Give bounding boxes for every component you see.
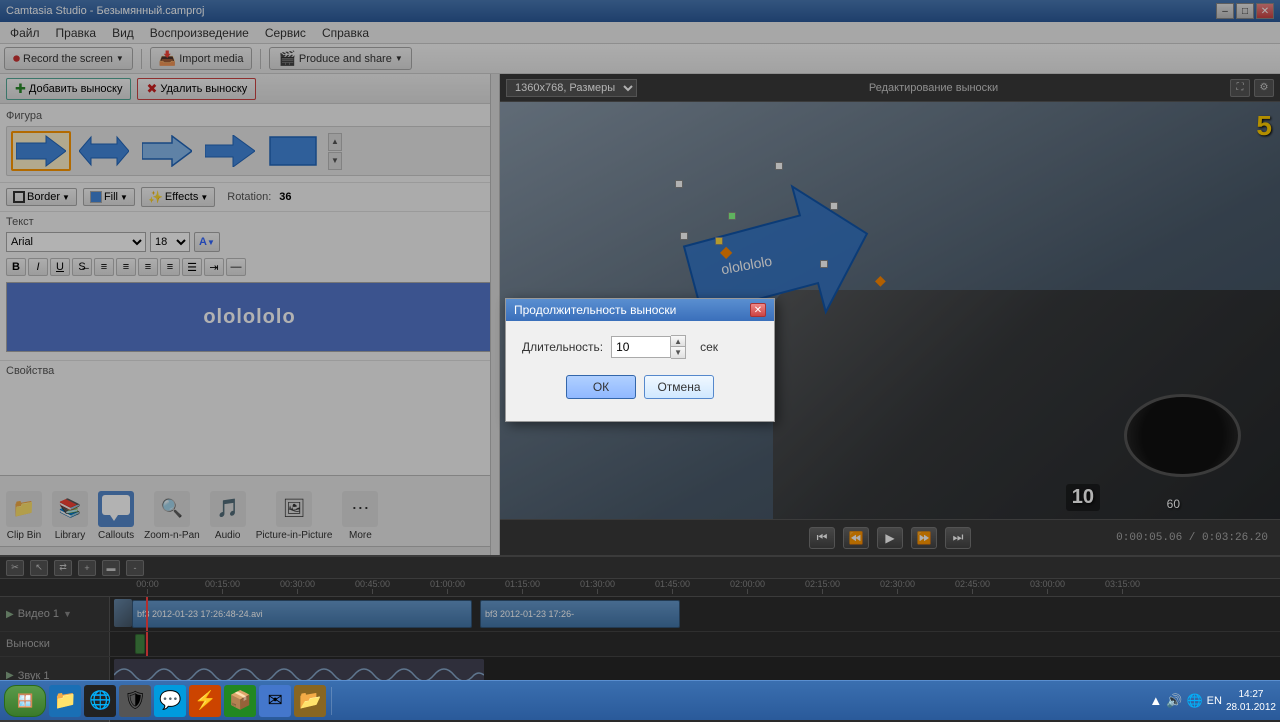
taskbar-skype[interactable]: 💬 xyxy=(154,685,186,717)
windows-icon: 🪟 xyxy=(17,693,33,709)
spin-up-button[interactable]: ▲ xyxy=(671,336,685,347)
taskbar: 🪟 📁 🌐 🛡 💬 ⚡ 📦 ✉ 📂 ▲ 🔊 🌐 EN 14:27 28.01.2… xyxy=(0,680,1280,720)
duration-label: Длительность: xyxy=(522,340,603,354)
taskbar-right: ▲ 🔊 🌐 EN 14:27 28.01.2012 xyxy=(1149,688,1276,714)
tray-icon-3[interactable]: 🌐 xyxy=(1186,693,1202,709)
dialog-overlay: Продолжительность выноски ✕ Длительность… xyxy=(0,0,1280,720)
taskbar-utorrent[interactable]: 🛡 xyxy=(119,685,151,717)
ok-button[interactable]: ОК xyxy=(566,375,636,399)
dialog-row: Длительность: ▲ ▼ сек xyxy=(522,335,758,359)
cancel-label: Отмена xyxy=(657,380,700,394)
taskbar-app6[interactable]: 📦 xyxy=(224,685,256,717)
taskbar-chrome[interactable]: 🌐 xyxy=(84,685,116,717)
dialog-buttons: ОК Отмена xyxy=(522,375,758,407)
duration-unit: сек xyxy=(700,340,718,354)
taskbar-app7[interactable]: ✉ xyxy=(259,685,291,717)
clock[interactable]: 14:27 28.01.2012 xyxy=(1226,688,1276,714)
taskbar-explorer[interactable]: 📁 xyxy=(49,685,81,717)
tray-icon-1[interactable]: ▲ xyxy=(1149,693,1162,708)
tray-icon-2[interactable]: 🔊 xyxy=(1166,693,1182,709)
taskbar-app8[interactable]: 📂 xyxy=(294,685,326,717)
ok-label: ОК xyxy=(593,380,609,394)
cancel-button[interactable]: Отмена xyxy=(644,375,714,399)
dialog-titlebar: Продолжительность выноски ✕ xyxy=(506,299,774,321)
spinner-buttons: ▲ ▼ xyxy=(671,335,686,359)
duration-input[interactable] xyxy=(611,336,671,358)
dialog-body: Длительность: ▲ ▼ сек ОК Отмена xyxy=(506,321,774,421)
taskbar-app5[interactable]: ⚡ xyxy=(189,685,221,717)
start-button[interactable]: 🪟 xyxy=(4,685,46,717)
lang-indicator[interactable]: EN xyxy=(1207,695,1222,707)
dialog-close-button[interactable]: ✕ xyxy=(750,303,766,317)
clock-date: 28.01.2012 xyxy=(1226,701,1276,714)
taskbar-separator xyxy=(331,687,332,715)
dialog-title: Продолжительность выноски xyxy=(514,303,676,317)
spin-down-button[interactable]: ▼ xyxy=(671,347,685,358)
duration-input-wrap: ▲ ▼ xyxy=(611,335,686,359)
clock-time: 14:27 xyxy=(1226,688,1276,701)
duration-dialog: Продолжительность выноски ✕ Длительность… xyxy=(505,298,775,422)
